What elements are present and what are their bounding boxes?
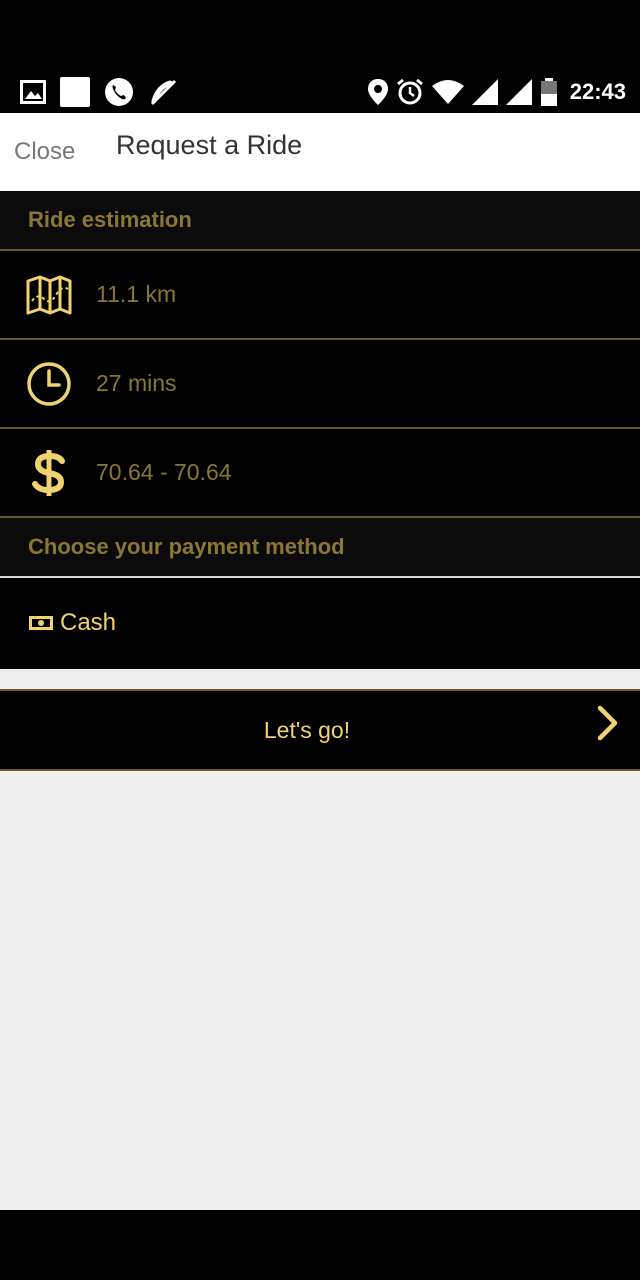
clock-icon [24,359,74,409]
signal-icon [505,79,532,105]
page-title: Request a Ride [116,130,303,160]
status-bar: 22:43 [0,0,640,113]
navigation-bar [0,1210,640,1280]
status-time: 22:43 [569,79,626,104]
distance-value: 11.1 km [96,281,177,307]
status-bar-left-icons [20,76,178,108]
ride-estimation-header: Ride estimation [0,191,640,251]
distance-row: 11.1 km [0,251,640,340]
price-value: 70.64 - 70.64 [96,459,232,485]
payment-method-label: Cash [60,608,117,636]
empty-area [0,771,640,1210]
signal-icon [471,79,498,105]
duration-row: 27 mins [0,340,640,429]
price-row: 70.64 - 70.64 [0,429,640,518]
phone-icon [105,78,133,106]
wifi-icon [431,80,464,104]
payment-method-header: Choose your payment method [0,518,640,578]
alarm-icon [396,78,423,105]
lets-go-label: Let's go! [263,716,351,743]
location-icon [367,79,388,105]
close-button[interactable]: Close [14,138,75,166]
dollar-icon [24,448,74,498]
chevron-right-icon [597,705,618,741]
ride-estimation-title: Ride estimation [28,207,192,232]
divider-gap [0,669,640,689]
payment-option-cash[interactable]: Cash [0,578,640,667]
app-header [0,113,640,191]
battery-icon [540,78,557,106]
lets-go-button[interactable]: Let's go! [0,689,640,771]
ride-request-panel: Ride estimation 11.1 km 27 mins 70.64 - … [0,191,640,667]
money-icon [29,615,53,630]
square-icon [60,77,90,107]
map-icon [24,270,74,320]
muted-mic-icon [150,79,177,106]
payment-method-title: Choose your payment method [28,534,345,559]
status-bar-right-icons: 22:43 [367,76,626,108]
image-icon [20,80,46,104]
duration-value: 27 mins [96,370,177,396]
